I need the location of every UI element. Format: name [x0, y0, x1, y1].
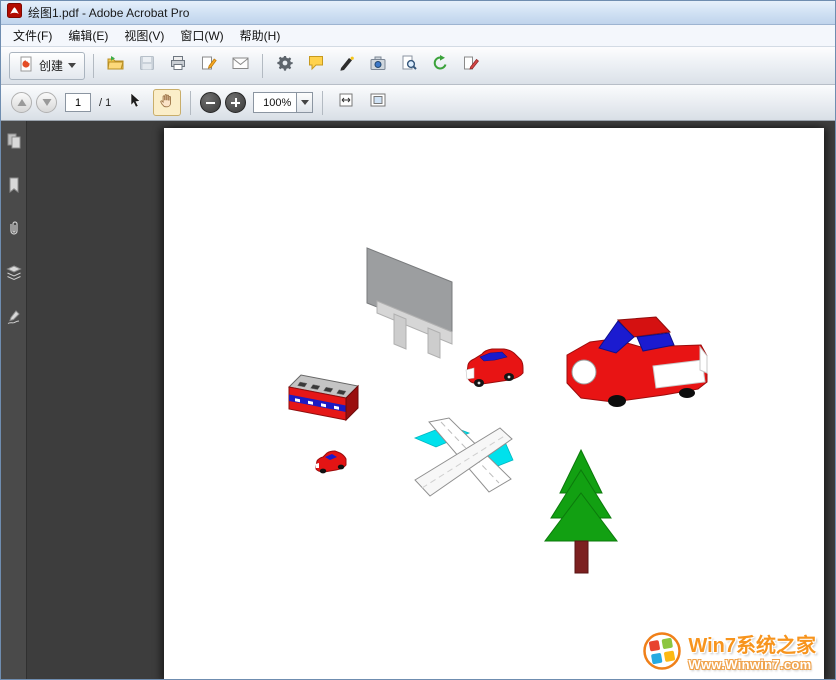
save-button[interactable]	[133, 52, 161, 79]
sign-button[interactable]	[333, 52, 361, 79]
signature-icon	[339, 55, 355, 76]
toolbar-separator	[190, 91, 191, 115]
comment-button[interactable]	[302, 52, 330, 79]
document-area: Win7系统之家 Www.Winwin7.com	[27, 121, 835, 679]
acrobat-app-icon	[7, 3, 22, 23]
create-button[interactable]: 创建	[9, 52, 85, 80]
next-page-button[interactable]	[36, 92, 57, 113]
sidebar-layers-button[interactable]	[3, 265, 25, 285]
camera-icon	[370, 56, 386, 76]
drawing-billboard	[367, 248, 452, 358]
bookmark-icon	[5, 176, 23, 199]
fit-width-button[interactable]	[332, 89, 360, 116]
save-icon	[139, 55, 155, 76]
signature-pen-icon	[5, 308, 23, 331]
hand-icon	[159, 92, 175, 113]
email-button[interactable]	[226, 52, 254, 79]
menu-edit[interactable]: 编辑(E)	[60, 24, 116, 47]
watermark-site-url: Www.Winwin7.com	[688, 658, 816, 673]
page-number-input[interactable]	[65, 93, 91, 112]
workspace: Win7系统之家 Www.Winwin7.com	[1, 121, 835, 679]
main-toolbar: 创建	[1, 47, 835, 85]
drawing-car-tiny	[316, 451, 347, 473]
sidebar-pages-button[interactable]	[3, 133, 25, 153]
layers-icon	[5, 264, 23, 287]
menu-file[interactable]: 文件(F)	[5, 24, 60, 47]
watermark-logo-icon	[643, 632, 681, 675]
zoom-level-value[interactable]: 100%	[253, 92, 297, 113]
zoom-in-button[interactable]	[225, 92, 246, 113]
zoom-out-button[interactable]	[200, 92, 221, 113]
zoom-dropdown-button[interactable]	[297, 92, 313, 113]
navigation-pane-strip	[1, 121, 27, 679]
toolbar-separator	[322, 91, 323, 115]
fit-width-icon	[337, 92, 355, 113]
export-icon	[432, 55, 448, 76]
watermark: Win7系统之家 Www.Winwin7.com	[643, 632, 816, 675]
drawing-tree	[545, 450, 617, 573]
drawing-train	[289, 375, 358, 420]
chevron-down-icon	[68, 63, 76, 68]
search-icon	[401, 55, 417, 76]
nav-toolbar: / 1 100%	[1, 85, 835, 121]
drawing-car-large	[567, 317, 707, 407]
zoom-level-control: 100%	[253, 92, 313, 113]
envelope-icon	[232, 56, 249, 75]
open-button[interactable]	[102, 52, 130, 79]
sidebar-attachments-button[interactable]	[3, 221, 25, 241]
sidebar-signatures-button[interactable]	[3, 309, 25, 329]
pdf-page[interactable]: Win7系统之家 Www.Winwin7.com	[164, 128, 824, 679]
pdf-drawing-canvas	[164, 128, 824, 679]
watermark-site-name: Win7系统之家	[688, 635, 816, 658]
tools-button[interactable]	[271, 52, 299, 79]
page-count-label: / 1	[99, 97, 111, 109]
plus-icon	[231, 98, 240, 107]
chevron-down-icon	[301, 100, 309, 105]
speech-bubble-icon	[308, 55, 324, 76]
acrobat-create-pdf-icon	[18, 56, 34, 75]
fit-page-icon	[369, 92, 387, 113]
window-title: 绘图1.pdf - Adobe Acrobat Pro	[28, 4, 189, 21]
arrow-up-icon	[17, 94, 27, 112]
compose-icon	[201, 55, 217, 76]
minus-icon	[206, 102, 215, 104]
edit-button[interactable]	[457, 52, 485, 79]
open-folder-icon	[107, 55, 125, 76]
print-button[interactable]	[164, 52, 192, 79]
gear-icon	[277, 55, 293, 76]
previous-page-button[interactable]	[11, 92, 32, 113]
acrobat-window: 绘图1.pdf - Adobe Acrobat Pro 文件(F) 编辑(E) …	[0, 0, 836, 680]
titlebar: 绘图1.pdf - Adobe Acrobat Pro	[1, 1, 835, 25]
create-button-label: 创建	[39, 57, 63, 74]
snapshot-button[interactable]	[364, 52, 392, 79]
menu-view[interactable]: 视图(V)	[116, 24, 172, 47]
export-button[interactable]	[426, 52, 454, 79]
paperclip-icon	[5, 220, 23, 243]
menu-window[interactable]: 窗口(W)	[172, 24, 231, 47]
sidebar-bookmarks-button[interactable]	[3, 177, 25, 197]
select-tool-button[interactable]	[121, 89, 149, 116]
menu-help[interactable]: 帮助(H)	[232, 24, 289, 47]
toolbar-separator	[262, 54, 263, 78]
search-button[interactable]	[395, 52, 423, 79]
menubar: 文件(F) 编辑(E) 视图(V) 窗口(W) 帮助(H)	[1, 25, 835, 47]
compose-button[interactable]	[195, 52, 223, 79]
drawing-road-crossing	[415, 418, 513, 496]
hand-tool-button[interactable]	[153, 89, 181, 116]
cursor-icon	[128, 92, 142, 113]
pages-icon	[5, 132, 23, 155]
print-icon	[170, 55, 186, 76]
fit-page-button[interactable]	[364, 89, 392, 116]
pencil-icon	[463, 55, 479, 76]
arrow-down-icon	[42, 94, 52, 112]
drawing-car-small	[466, 349, 523, 387]
toolbar-separator	[93, 54, 94, 78]
